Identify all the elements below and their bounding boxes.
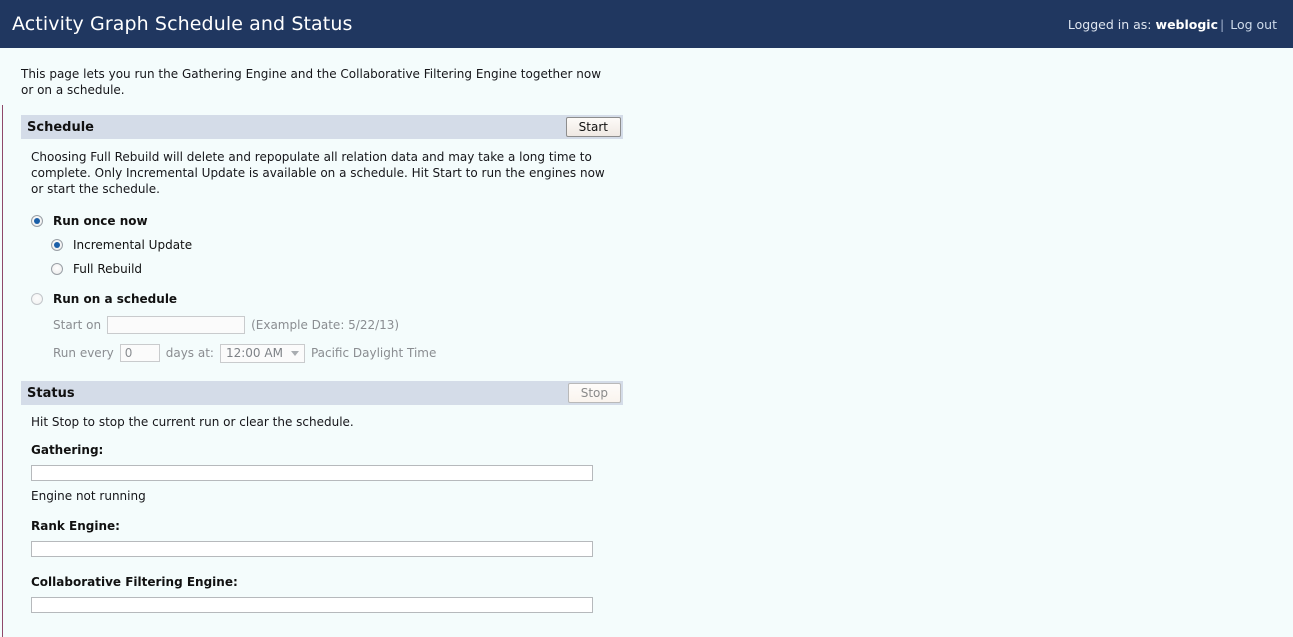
engine-label-gathering: Gathering:	[31, 443, 104, 457]
run-mode-radio-group: Run once now Incremental Update Full Reb…	[31, 211, 623, 365]
radio-full-rebuild[interactable]	[51, 263, 63, 275]
logged-in-label: Logged in as:	[1067, 16, 1152, 32]
engine-status-gathering: Gathering: Engine not running	[31, 443, 623, 503]
time-select[interactable]: 12:00 AM	[219, 343, 305, 363]
status-note: Hit Stop to stop the current run or clea…	[31, 415, 354, 429]
page-body: This page lets you run the Gathering Eng…	[0, 48, 1293, 637]
separator: |	[1220, 16, 1225, 32]
progress-bar-collaborative-filtering	[31, 597, 593, 613]
app-banner: Activity Graph Schedule and Status Logge…	[0, 0, 1293, 48]
status-section-header: Status Stop	[21, 381, 623, 405]
radio-run-once-now[interactable]	[31, 215, 43, 227]
status-section-title: Status	[27, 385, 75, 401]
status-section-body: Hit Stop to stop the current run or clea…	[21, 405, 623, 613]
progress-bar-gathering	[31, 465, 593, 481]
start-button[interactable]: Start	[565, 117, 621, 137]
time-select-value: 12:00 AM	[225, 346, 283, 360]
left-accent-rule	[2, 105, 3, 637]
engine-label-rank: Rank Engine:	[31, 519, 120, 533]
logout-link[interactable]: Log out	[1230, 17, 1277, 32]
radio-incremental-update[interactable]	[51, 239, 63, 251]
progress-bar-rank	[31, 541, 593, 557]
radio-row-full-rebuild[interactable]: Full Rebuild	[51, 259, 623, 279]
days-at-label: days at:	[165, 346, 214, 360]
radio-run-on-schedule[interactable]	[31, 293, 43, 305]
schedule-section-body: Choosing Full Rebuild will delete and re…	[21, 139, 623, 365]
engine-label-collaborative-filtering: Collaborative Filtering Engine:	[31, 575, 238, 589]
page-title: Activity Graph Schedule and Status	[12, 12, 353, 35]
radio-row-run-on-schedule[interactable]: Run on a schedule	[31, 289, 623, 309]
session-info: Logged in as: weblogic | Log out	[1068, 17, 1277, 32]
radio-label-full-rebuild: Full Rebuild	[73, 262, 143, 276]
engine-status-rank: Rank Engine:	[31, 519, 623, 557]
radio-label-incremental-update: Incremental Update	[73, 238, 193, 252]
radio-label-run-on-schedule: Run on a schedule	[53, 292, 178, 306]
start-on-label: Start on	[53, 318, 102, 332]
content-column: This page lets you run the Gathering Eng…	[21, 48, 623, 613]
start-on-row: Start on (Example Date: 5/22/13)	[53, 313, 623, 337]
schedule-section-title: Schedule	[27, 119, 94, 135]
intro-text: This page lets you run the Gathering Eng…	[21, 67, 602, 97]
radio-label-run-once-now: Run once now	[53, 214, 148, 228]
username: weblogic	[1155, 16, 1219, 32]
engine-state-gathering: Engine not running	[31, 489, 146, 503]
radio-row-run-once-now[interactable]: Run once now	[31, 211, 623, 231]
stop-button[interactable]: Stop	[567, 383, 621, 403]
start-on-hint: (Example Date: 5/22/13)	[251, 318, 400, 332]
run-every-days-input[interactable]	[119, 344, 160, 362]
schedule-fields: Start on (Example Date: 5/22/13) Run eve…	[53, 313, 623, 365]
radio-row-incremental-update[interactable]: Incremental Update	[51, 235, 623, 255]
schedule-section-header: Schedule Start	[21, 115, 623, 139]
engine-status-collaborative-filtering: Collaborative Filtering Engine:	[31, 575, 623, 613]
start-on-input[interactable]	[107, 316, 246, 334]
chevron-down-icon	[290, 350, 299, 356]
schedule-help-text: Choosing Full Rebuild will delete and re…	[31, 150, 605, 196]
run-every-label: Run every	[53, 346, 114, 360]
run-every-row: Run every days at: 12:00 AM Pacific Dayl…	[53, 341, 623, 365]
timezone-label: Pacific Daylight Time	[310, 346, 437, 360]
